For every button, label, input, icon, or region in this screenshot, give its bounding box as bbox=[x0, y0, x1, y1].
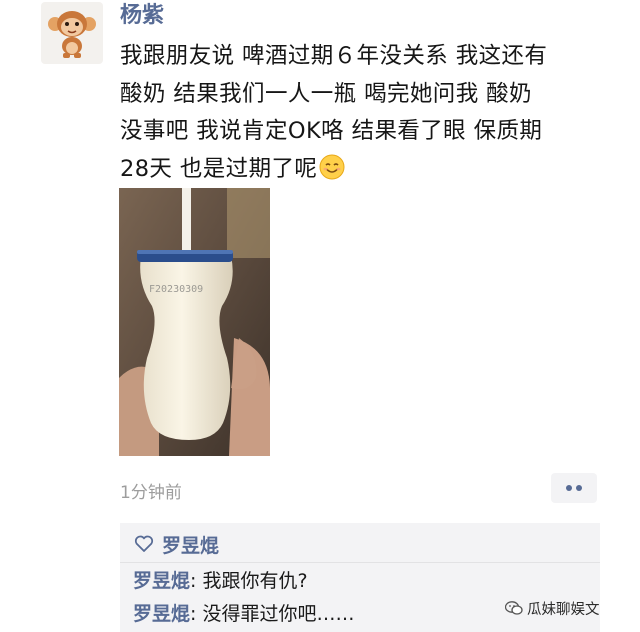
smile-emoji-icon bbox=[319, 154, 345, 179]
post-text-line: 我跟朋友说 啤酒过期６年没关系 我这还有 bbox=[120, 43, 548, 69]
post-text-line: 没事吧 我说肯定OK咯 结果看了眼 保质期 bbox=[120, 118, 543, 144]
comment-author[interactable]: 罗昱焜 bbox=[133, 570, 190, 592]
comment-author[interactable]: 罗昱焜 bbox=[133, 603, 190, 625]
comment-text: : 没得罪过你吧…… bbox=[190, 603, 355, 625]
post-text-line: 28天 也是过期了呢 bbox=[120, 155, 318, 182]
monkey-avatar-icon[interactable] bbox=[41, 2, 103, 64]
two-dots-icon bbox=[576, 485, 582, 491]
post-author-name[interactable]: 杨紫 bbox=[120, 2, 164, 30]
two-dots-icon bbox=[566, 485, 572, 491]
comment-text: : 我跟你有仇? bbox=[190, 570, 308, 592]
watermark-text: 瓜妹聊娱文 bbox=[527, 601, 600, 618]
divider bbox=[120, 562, 600, 563]
comment-item[interactable]: 罗昱焜: 没得罪过你吧…… bbox=[133, 601, 354, 627]
more-actions-button[interactable] bbox=[551, 473, 597, 503]
post-text-last-line: 28天 也是过期了呢 bbox=[120, 151, 615, 189]
heart-outline-icon bbox=[134, 535, 154, 552]
post-photo[interactable]: F20230309 bbox=[119, 188, 270, 456]
post-text-line: 酸奶 结果我们一人一瓶 喝完她问我 酸奶 bbox=[120, 80, 532, 107]
wechat-logo-icon bbox=[505, 601, 523, 615]
bottle-date-print: F20230309 bbox=[149, 284, 203, 295]
liker-name[interactable]: 罗昱焜 bbox=[162, 531, 219, 558]
comment-item[interactable]: 罗昱焜: 我跟你有仇? bbox=[133, 568, 308, 594]
post-text: 我跟朋友说 啤酒过期６年没关系 我这还有 酸奶 结果我们一人一瓶 喝完她问我 酸… bbox=[120, 38, 615, 188]
likes-row: 罗昱焜 bbox=[134, 531, 219, 557]
watermark: 瓜妹聊娱文 bbox=[505, 598, 600, 618]
post-time: 1分钟前 bbox=[120, 483, 182, 503]
